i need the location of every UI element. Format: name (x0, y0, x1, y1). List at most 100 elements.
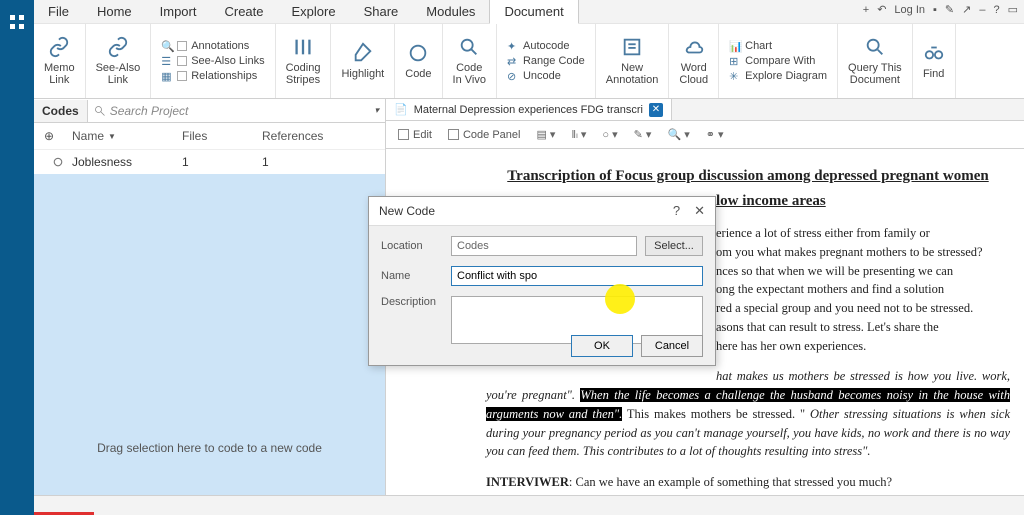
chart-icon: 📊 (729, 40, 741, 52)
doc-title-line1: Transcription of Focus group discussion … (486, 165, 1010, 188)
document-tabs: 📄 Maternal Depression experiences FDG tr… (386, 99, 1024, 121)
codes-header: Codes Search Project ▾ (34, 99, 385, 123)
menu-create[interactable]: Create (210, 0, 277, 23)
name-label: Name (381, 270, 451, 282)
document-tab[interactable]: 📄 Maternal Depression experiences FDG tr… (386, 99, 672, 120)
edit-toggle[interactable]: Edit (398, 129, 432, 141)
dialog-title: New Code (379, 204, 435, 218)
link-tool[interactable]: ⚭ ▾ (706, 128, 724, 141)
ribbon-query-this-label: Query This Document (848, 62, 902, 86)
document-toolbar: Edit Code Panel ▤ ▾ ǁₗ ▾ ○ ▾ ✎ ▾ 🔍 ▾ ⚭ ▾ (386, 121, 1024, 149)
menu-modules[interactable]: Modules (412, 0, 489, 23)
ribbon-seealso-link[interactable]: See-Also Link (86, 24, 152, 98)
login-link[interactable]: Log In (894, 4, 925, 16)
range-icon: ⇄ (507, 55, 519, 67)
doc-para-2: hat makes us mothers be stressed is how … (486, 367, 1010, 461)
ok-button[interactable]: OK (571, 335, 633, 357)
ribbon-compare-with[interactable]: ⊞Compare With (729, 55, 815, 67)
zoom-tool[interactable]: 🔍 ▾ (667, 128, 689, 141)
col-files[interactable]: Files (182, 129, 262, 143)
col-references[interactable]: References (262, 129, 375, 143)
window-icon[interactable]: ▭ (1008, 3, 1018, 16)
ribbon-annotation-group: 🔍Annotations ☰See-Also Links ▦Relationsh… (151, 24, 275, 98)
codes-panel: Codes Search Project ▾ ⊕ Name ▼ Files Re… (34, 99, 386, 495)
code-refs: 1 (262, 155, 375, 169)
code-panel-toggle[interactable]: Code Panel (448, 129, 521, 141)
add-code-icon[interactable]: ⊕ (44, 129, 72, 143)
ribbon-new-annotation-label: New Annotation (606, 62, 659, 86)
menu-document[interactable]: Document (489, 0, 578, 24)
ribbon-chart[interactable]: 📊Chart (729, 40, 772, 52)
undo-icon[interactable]: ↶ (877, 3, 886, 16)
link-icon (107, 36, 129, 58)
circle-arrow-icon (458, 36, 480, 58)
doc-interviewer-line: INTERVIWER: Can we have an example of so… (486, 473, 1010, 492)
location-field: Codes (451, 236, 637, 256)
menu-home[interactable]: Home (83, 0, 146, 23)
ribbon-memo-link[interactable]: Memo Link (34, 24, 86, 98)
ribbon-new-annotation[interactable]: New Annotation (596, 24, 670, 98)
arrow-icon[interactable]: ↗ (962, 3, 971, 16)
description-label: Description (381, 296, 451, 308)
ribbon-find[interactable]: Find (913, 24, 956, 98)
search-dropdown-icon[interactable]: ▾ (374, 105, 379, 116)
help-icon[interactable]: ? (993, 4, 999, 16)
ribbon-highlight[interactable]: Highlight (331, 24, 395, 98)
wand-icon: ✦ (507, 40, 519, 52)
ribbon-uncode[interactable]: ⊘Uncode (507, 70, 561, 82)
menu-share[interactable]: Share (350, 0, 413, 23)
app-logo-icon (9, 14, 25, 33)
close-icon[interactable]: ✕ (694, 203, 705, 219)
ribbon-word-cloud-label: Word Cloud (679, 62, 708, 86)
pen-icon[interactable]: ✎ (945, 3, 954, 16)
help-icon[interactable]: ? (673, 203, 680, 219)
close-tab-icon[interactable]: ✕ (649, 103, 663, 117)
menu-import[interactable]: Import (146, 0, 211, 23)
note-icon (621, 36, 643, 58)
ribbon-seealso-links-toggle[interactable]: ☰See-Also Links (161, 55, 264, 67)
top-right-controls: + ↶ Log In ▪ ✎ ↗ – ? ▭ (863, 3, 1018, 16)
ribbon-annotations-toggle[interactable]: 🔍Annotations (161, 40, 249, 52)
menu-file[interactable]: File (34, 0, 83, 23)
ribbon-relationships-toggle[interactable]: ▦Relationships (161, 70, 257, 82)
ribbon-word-cloud[interactable]: Word Cloud (669, 24, 719, 98)
stripe-tool[interactable]: ǁₗ ▾ (571, 128, 586, 141)
ribbon-code[interactable]: Code (395, 24, 442, 98)
code-files: 1 (182, 155, 262, 169)
node-icon (52, 156, 64, 168)
ribbon-query-this[interactable]: Query This Document (838, 24, 913, 98)
cloud-icon (683, 36, 705, 58)
dialog-titlebar[interactable]: New Code ? ✕ (369, 197, 715, 226)
plus-icon[interactable]: + (863, 4, 869, 16)
select-location-button[interactable]: Select... (645, 236, 703, 256)
ribbon-code-invivo[interactable]: Code In Vivo (443, 24, 497, 98)
dash-icon[interactable]: – (979, 4, 985, 16)
codes-columns: ⊕ Name ▼ Files References (34, 123, 385, 150)
ribbon-autocode[interactable]: ✦Autocode (507, 40, 569, 52)
app-sidebar (0, 0, 34, 515)
ribbon-seealso-link-label: See-Also Link (96, 62, 141, 86)
zoom-icon (864, 36, 886, 58)
ribbon-explore-diagram[interactable]: ✳Explore Diagram (729, 70, 827, 82)
binoculars-icon (923, 42, 945, 64)
codes-drop-area[interactable]: Drag selection here to code to a new cod… (34, 174, 385, 495)
ribbon-coding-stripes[interactable]: Coding Stripes (276, 24, 332, 98)
codes-search[interactable]: Search Project ▾ (88, 104, 385, 118)
layout-tool[interactable]: ▤ ▾ (536, 128, 555, 141)
doc-icon: 📄 (394, 103, 408, 116)
link-icon (48, 36, 70, 58)
col-name[interactable]: Name ▼ (72, 129, 182, 143)
codes-row[interactable]: Joblesness 1 1 (34, 150, 385, 174)
ribbon-highlight-label: Highlight (341, 68, 384, 80)
location-label: Location (381, 240, 451, 252)
codes-panel-title: Codes (34, 100, 88, 122)
pen-tool[interactable]: ✎ ▾ (634, 128, 652, 141)
grid-small-icon: ▦ (161, 70, 173, 82)
ribbon-range-code[interactable]: ⇄Range Code (507, 55, 585, 67)
menu-explore[interactable]: Explore (278, 0, 350, 23)
search-icon (94, 105, 106, 117)
cancel-button[interactable]: Cancel (641, 335, 703, 357)
circle-tool[interactable]: ○ ▾ (602, 128, 617, 141)
name-input[interactable] (451, 266, 703, 286)
save-icon[interactable]: ▪ (933, 4, 937, 16)
